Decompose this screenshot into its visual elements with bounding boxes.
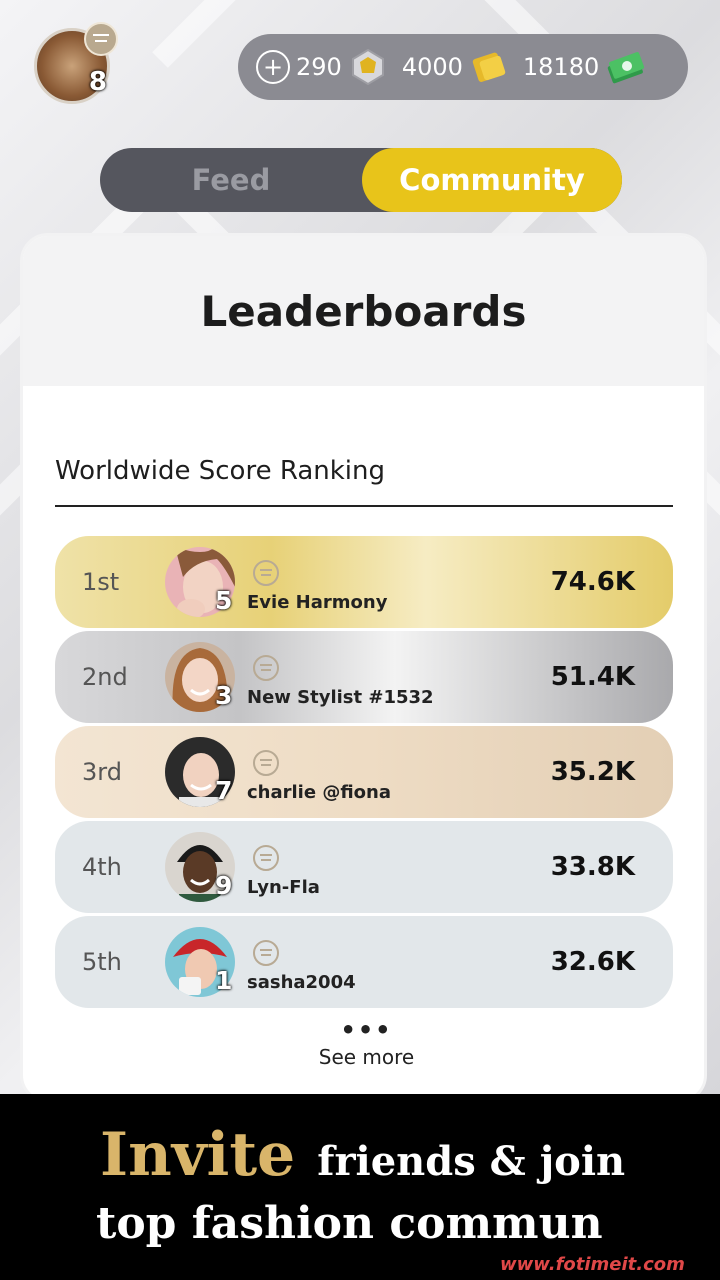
more-dots-icon: ••• [340, 1016, 393, 1044]
see-more-button[interactable]: ••• See more [23, 1016, 704, 1069]
user-level: 3 [215, 681, 233, 710]
brand-crest-icon [253, 940, 279, 966]
brand-crest-icon [253, 560, 279, 586]
brand-crest-icon [253, 845, 279, 871]
player-avatar[interactable]: 8 [34, 22, 118, 104]
tab-community[interactable]: Community [362, 148, 622, 212]
rank-label: 5th [82, 948, 122, 976]
score: 32.6K [550, 947, 635, 977]
banner-line-1-rest: friends & join [317, 1138, 626, 1185]
divider [55, 505, 673, 507]
banner-line-2: top fashion commun [96, 1198, 603, 1249]
rank-label: 1st [82, 568, 120, 596]
cash-count: 18180 [522, 53, 600, 81]
banner-invite-word: Invite [100, 1120, 296, 1190]
leaderboard-row[interactable]: 5th 1 sasha2004 32.6K [55, 916, 673, 1008]
brand-crest-icon [253, 750, 279, 776]
user-level: 7 [215, 776, 233, 805]
gem-count: 290 [296, 53, 342, 81]
username: New Stylist #1532 [247, 687, 434, 708]
watermark: www.fotimeit.com [500, 1254, 685, 1275]
leaderboard-title: Leaderboards [23, 236, 704, 386]
gold-ticket-icon [472, 52, 506, 82]
username: sasha2004 [247, 972, 356, 993]
rank-label: 4th [82, 853, 122, 881]
leaderboard-row[interactable]: 2nd 3 New Stylist #1532 51.4K [55, 631, 673, 723]
add-currency-button[interactable]: + [256, 50, 290, 84]
currency-bar: + 290 4000 18180 [238, 34, 688, 100]
username: Lyn-Fla [247, 877, 320, 898]
cash-stack-icon [608, 52, 645, 84]
section-title: Worldwide Score Ranking [55, 456, 386, 486]
user-level: 9 [215, 871, 233, 900]
ticket-count: 4000 [401, 53, 463, 81]
leaderboard-card: Leaderboards Worldwide Score Ranking 1st… [20, 233, 707, 1103]
leaderboard-row[interactable]: 3rd 7 charlie @fiona 35.2K [55, 726, 673, 818]
leaderboard-row[interactable]: 1st 5 Evie Harmony 74.6K [55, 536, 673, 628]
brand-crest-icon [253, 655, 279, 681]
rank-label: 2nd [82, 663, 128, 691]
score: 74.6K [550, 567, 635, 597]
username: Evie Harmony [247, 592, 388, 613]
brand-crest-icon [84, 22, 118, 56]
score: 51.4K [550, 662, 635, 692]
score: 33.8K [550, 852, 635, 882]
promo-banner: Invite friends & join top fashion commun… [0, 1094, 720, 1280]
score: 35.2K [550, 757, 635, 787]
rank-label: 3rd [82, 758, 122, 786]
see-more-label: See more [318, 1045, 415, 1069]
leaderboard-row[interactable]: 4th 9 Lyn-Fla 33.8K [55, 821, 673, 913]
player-level: 8 [88, 67, 107, 97]
tab-switcher: Feed Community [100, 148, 622, 212]
username: charlie @fiona [247, 782, 391, 803]
tab-feed[interactable]: Feed [100, 148, 362, 212]
gem-coin-icon [351, 48, 384, 86]
user-level: 5 [215, 586, 233, 615]
user-level: 1 [215, 966, 233, 995]
banner-line-1: Invite friends & join [100, 1120, 625, 1190]
